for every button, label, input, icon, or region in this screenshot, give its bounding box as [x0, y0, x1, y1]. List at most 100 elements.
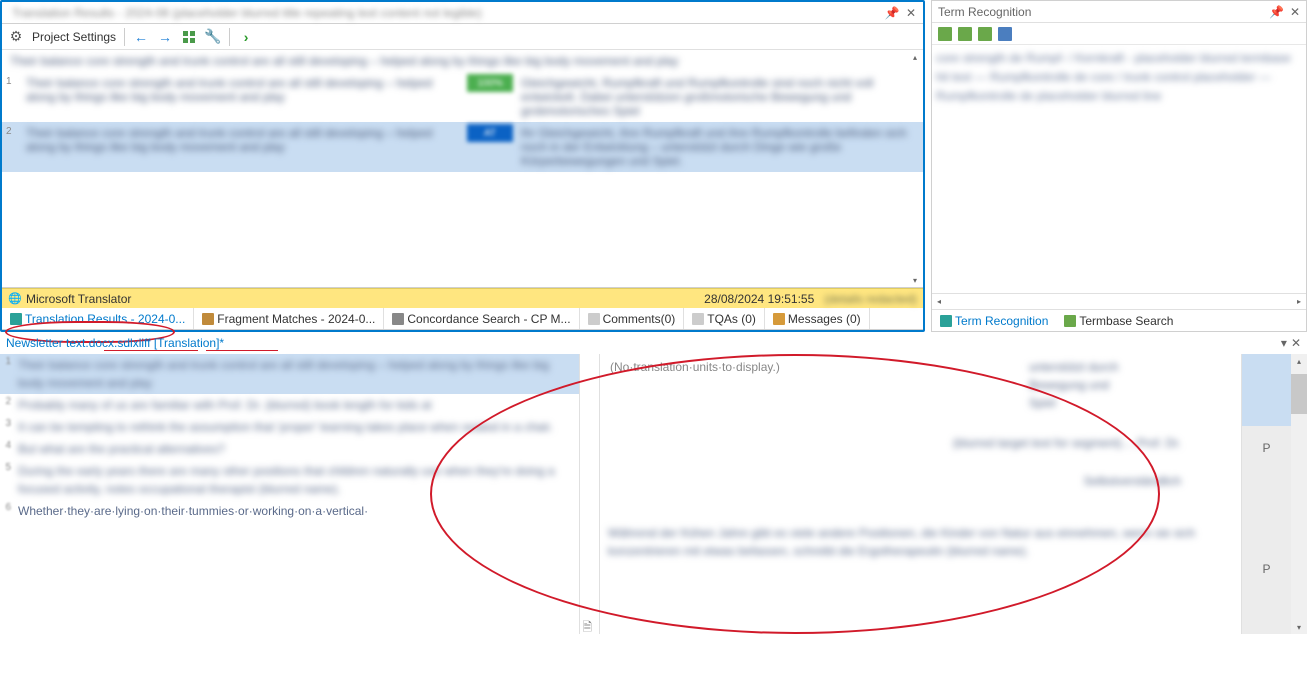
termbase-settings-icon[interactable]	[998, 27, 1012, 41]
chevron-down-icon[interactable]: ▾	[1281, 336, 1287, 350]
tab-tqas[interactable]: TQAs (0)	[684, 308, 765, 329]
translation-results-pane: Translation Results - 2024-08 (placehold…	[0, 0, 925, 332]
target-text-blurred: Während der frühen Jahre gibt es viele a…	[600, 522, 1241, 562]
match-score-badge: AT	[467, 124, 513, 142]
segment-source-blurred: Their balance core strength and trunk co…	[14, 354, 579, 394]
match-row[interactable]: 1 Their balance core strength and trunk …	[2, 72, 923, 122]
tab-termbase-search[interactable]: Termbase Search	[1056, 314, 1181, 328]
document-tab[interactable]: Newsletter text.docx.sdlxliff [Translati…	[6, 336, 224, 350]
match-target-blurred: Ihr Gleichgewicht, ihre Rumpfkraft und i…	[519, 124, 919, 170]
document-options: ▾ ✕	[1281, 336, 1301, 350]
pane-toolbar: ⚙ Project Settings ← → 🔧 ›	[2, 24, 923, 50]
mt-provider-label: Microsoft Translator	[26, 292, 131, 306]
settings-icon[interactable]: ⚙	[8, 29, 24, 45]
tab-concordance-search[interactable]: Concordance Search - CP M...	[384, 308, 579, 329]
fragments-icon	[202, 313, 214, 325]
termbase-icon[interactable]	[938, 27, 952, 41]
source-column: 1Their balance core strength and trunk c…	[0, 354, 580, 634]
term-pane-title: Term Recognition	[938, 5, 1263, 19]
chevron-down-icon[interactable]: ▾	[1291, 620, 1307, 634]
segment-row[interactable]: 4But what are the practical alternatives…	[0, 438, 579, 460]
segment-number: 6	[0, 500, 14, 522]
chevron-right-icon[interactable]: ▸	[1292, 297, 1306, 306]
arrow-left-icon[interactable]: ←	[133, 29, 149, 45]
mt-provider-bar: 🌐 Microsoft Translator 28/08/2024 19:51:…	[2, 288, 923, 308]
term-toolbar	[932, 23, 1306, 45]
scrollbar-horizontal[interactable]: ◂ ▸	[932, 293, 1306, 309]
segment-number: 5	[0, 460, 14, 500]
translator-icon: 🌐	[8, 292, 22, 306]
arrow-right-icon[interactable]: →	[157, 29, 173, 45]
tqa-icon	[692, 313, 704, 325]
target-text-blurred: unterstützt durch Bewegung und Spiel	[1021, 356, 1141, 414]
annotation-underline	[206, 350, 278, 351]
document-icon: 🗎	[583, 618, 597, 632]
pane-header: Translation Results - 2024-08 (placehold…	[2, 2, 923, 24]
scrollbar-vertical[interactable]: ▴ ▾	[907, 50, 923, 287]
segment-source-blurred: But what are the practical alternatives?	[14, 438, 579, 460]
grid-icon[interactable]	[181, 29, 197, 45]
match-index: 1	[6, 74, 18, 120]
tab-fragment-matches[interactable]: Fragment Matches - 2024-0...	[194, 308, 384, 329]
project-settings-button[interactable]: Project Settings	[32, 30, 116, 44]
status-column: 🗎	[580, 354, 600, 634]
termbase-icon[interactable]	[978, 27, 992, 41]
results-tab-strip: Translation Results - 2024-0... Fragment…	[2, 308, 923, 330]
separator	[229, 28, 230, 46]
close-icon[interactable]: ✕	[905, 7, 917, 19]
segment-number: 4	[0, 438, 14, 460]
pin-icon[interactable]: 📌	[1269, 5, 1284, 19]
match-source-blurred: Their balance core strength and trunk co…	[24, 124, 461, 170]
editor-grid: 1Their balance core strength and trunk c…	[0, 354, 1307, 634]
target-text-blurred: Selbstverständlich	[600, 470, 1241, 492]
tab-comments[interactable]: Comments(0)	[580, 308, 685, 329]
segment-row[interactable]: 1Their balance core strength and trunk c…	[0, 354, 579, 394]
segment-row[interactable]: 5During the early years there are many o…	[0, 460, 579, 500]
annotation-underline	[104, 350, 198, 351]
segment-source-blurred: Probably many of us are familiar with Pr…	[14, 394, 579, 416]
chevron-down-icon[interactable]: ▾	[907, 273, 923, 287]
segment-number: 1	[0, 354, 14, 394]
match-row[interactable]: 2 Their balance core strength and trunk …	[2, 122, 923, 172]
segment-row[interactable]: 2Probably many of us are familiar with P…	[0, 394, 579, 416]
results-icon	[10, 313, 22, 325]
segment-source-blurred: During the early years there are many ot…	[14, 460, 579, 500]
termbase-icon[interactable]	[958, 27, 972, 41]
term-recognition-pane: Term Recognition 📌 ✕ core strength de Ru…	[931, 0, 1307, 332]
tools-icon[interactable]: 🔧	[205, 29, 221, 45]
separator	[124, 28, 125, 46]
close-icon[interactable]: ✕	[1290, 5, 1300, 19]
close-icon[interactable]: ✕	[1291, 336, 1301, 350]
empty-target-message: (No·translation·units·to·display.)	[600, 354, 1241, 380]
target-column[interactable]: unterstützt durch Bewegung und Spiel (No…	[600, 354, 1241, 634]
structure-cell	[1242, 354, 1291, 426]
tab-term-recognition[interactable]: Term Recognition	[932, 314, 1056, 328]
match-score-badge: 100%	[467, 74, 513, 92]
document-editor-area: Newsletter text.docx.sdlxliff [Translati…	[0, 332, 1307, 634]
chevron-up-icon[interactable]: ▴	[1291, 354, 1307, 368]
mt-timestamp: 28/08/2024 19:51:55	[704, 292, 814, 306]
segment-row[interactable]: 6Whether·they·are·lying·on·their·tummies…	[0, 500, 579, 522]
match-header-blurred: Their balance core strength and trunk co…	[2, 50, 923, 72]
tab-messages[interactable]: Messages (0)	[765, 308, 870, 329]
chevron-left-icon[interactable]: ◂	[932, 297, 946, 306]
scrollbar-thumb[interactable]	[1291, 374, 1307, 414]
match-target-blurred: Gleichgewicht, Rumpfkraft und Rumpfkontr…	[519, 74, 919, 120]
document-tab-row: Newsletter text.docx.sdlxliff [Translati…	[0, 332, 1307, 354]
segment-number: 2	[0, 394, 14, 416]
scrollbar-vertical[interactable]: ▴ ▾	[1291, 354, 1307, 634]
concordance-icon	[392, 313, 404, 325]
term-tab-strip: Term Recognition Termbase Search	[932, 309, 1306, 331]
match-index: 2	[6, 124, 18, 170]
chevron-up-icon[interactable]: ▴	[907, 50, 923, 64]
chevron-right-icon[interactable]: ›	[238, 29, 254, 45]
term-icon	[940, 315, 952, 327]
structure-cell: P	[1242, 534, 1291, 604]
pin-icon[interactable]: 📌	[885, 6, 899, 20]
structure-cell	[1242, 512, 1291, 534]
segment-source-blurred: It can be tempting to rethink the assump…	[14, 416, 579, 438]
term-content-blurred: core strength de Rumpf- / Kernkraft - pl…	[932, 45, 1306, 293]
tab-translation-results[interactable]: Translation Results - 2024-0...	[2, 308, 194, 329]
segment-row[interactable]: 3It can be tempting to rethink the assum…	[0, 416, 579, 438]
match-source-blurred: Their balance core strength and trunk co…	[24, 74, 461, 120]
